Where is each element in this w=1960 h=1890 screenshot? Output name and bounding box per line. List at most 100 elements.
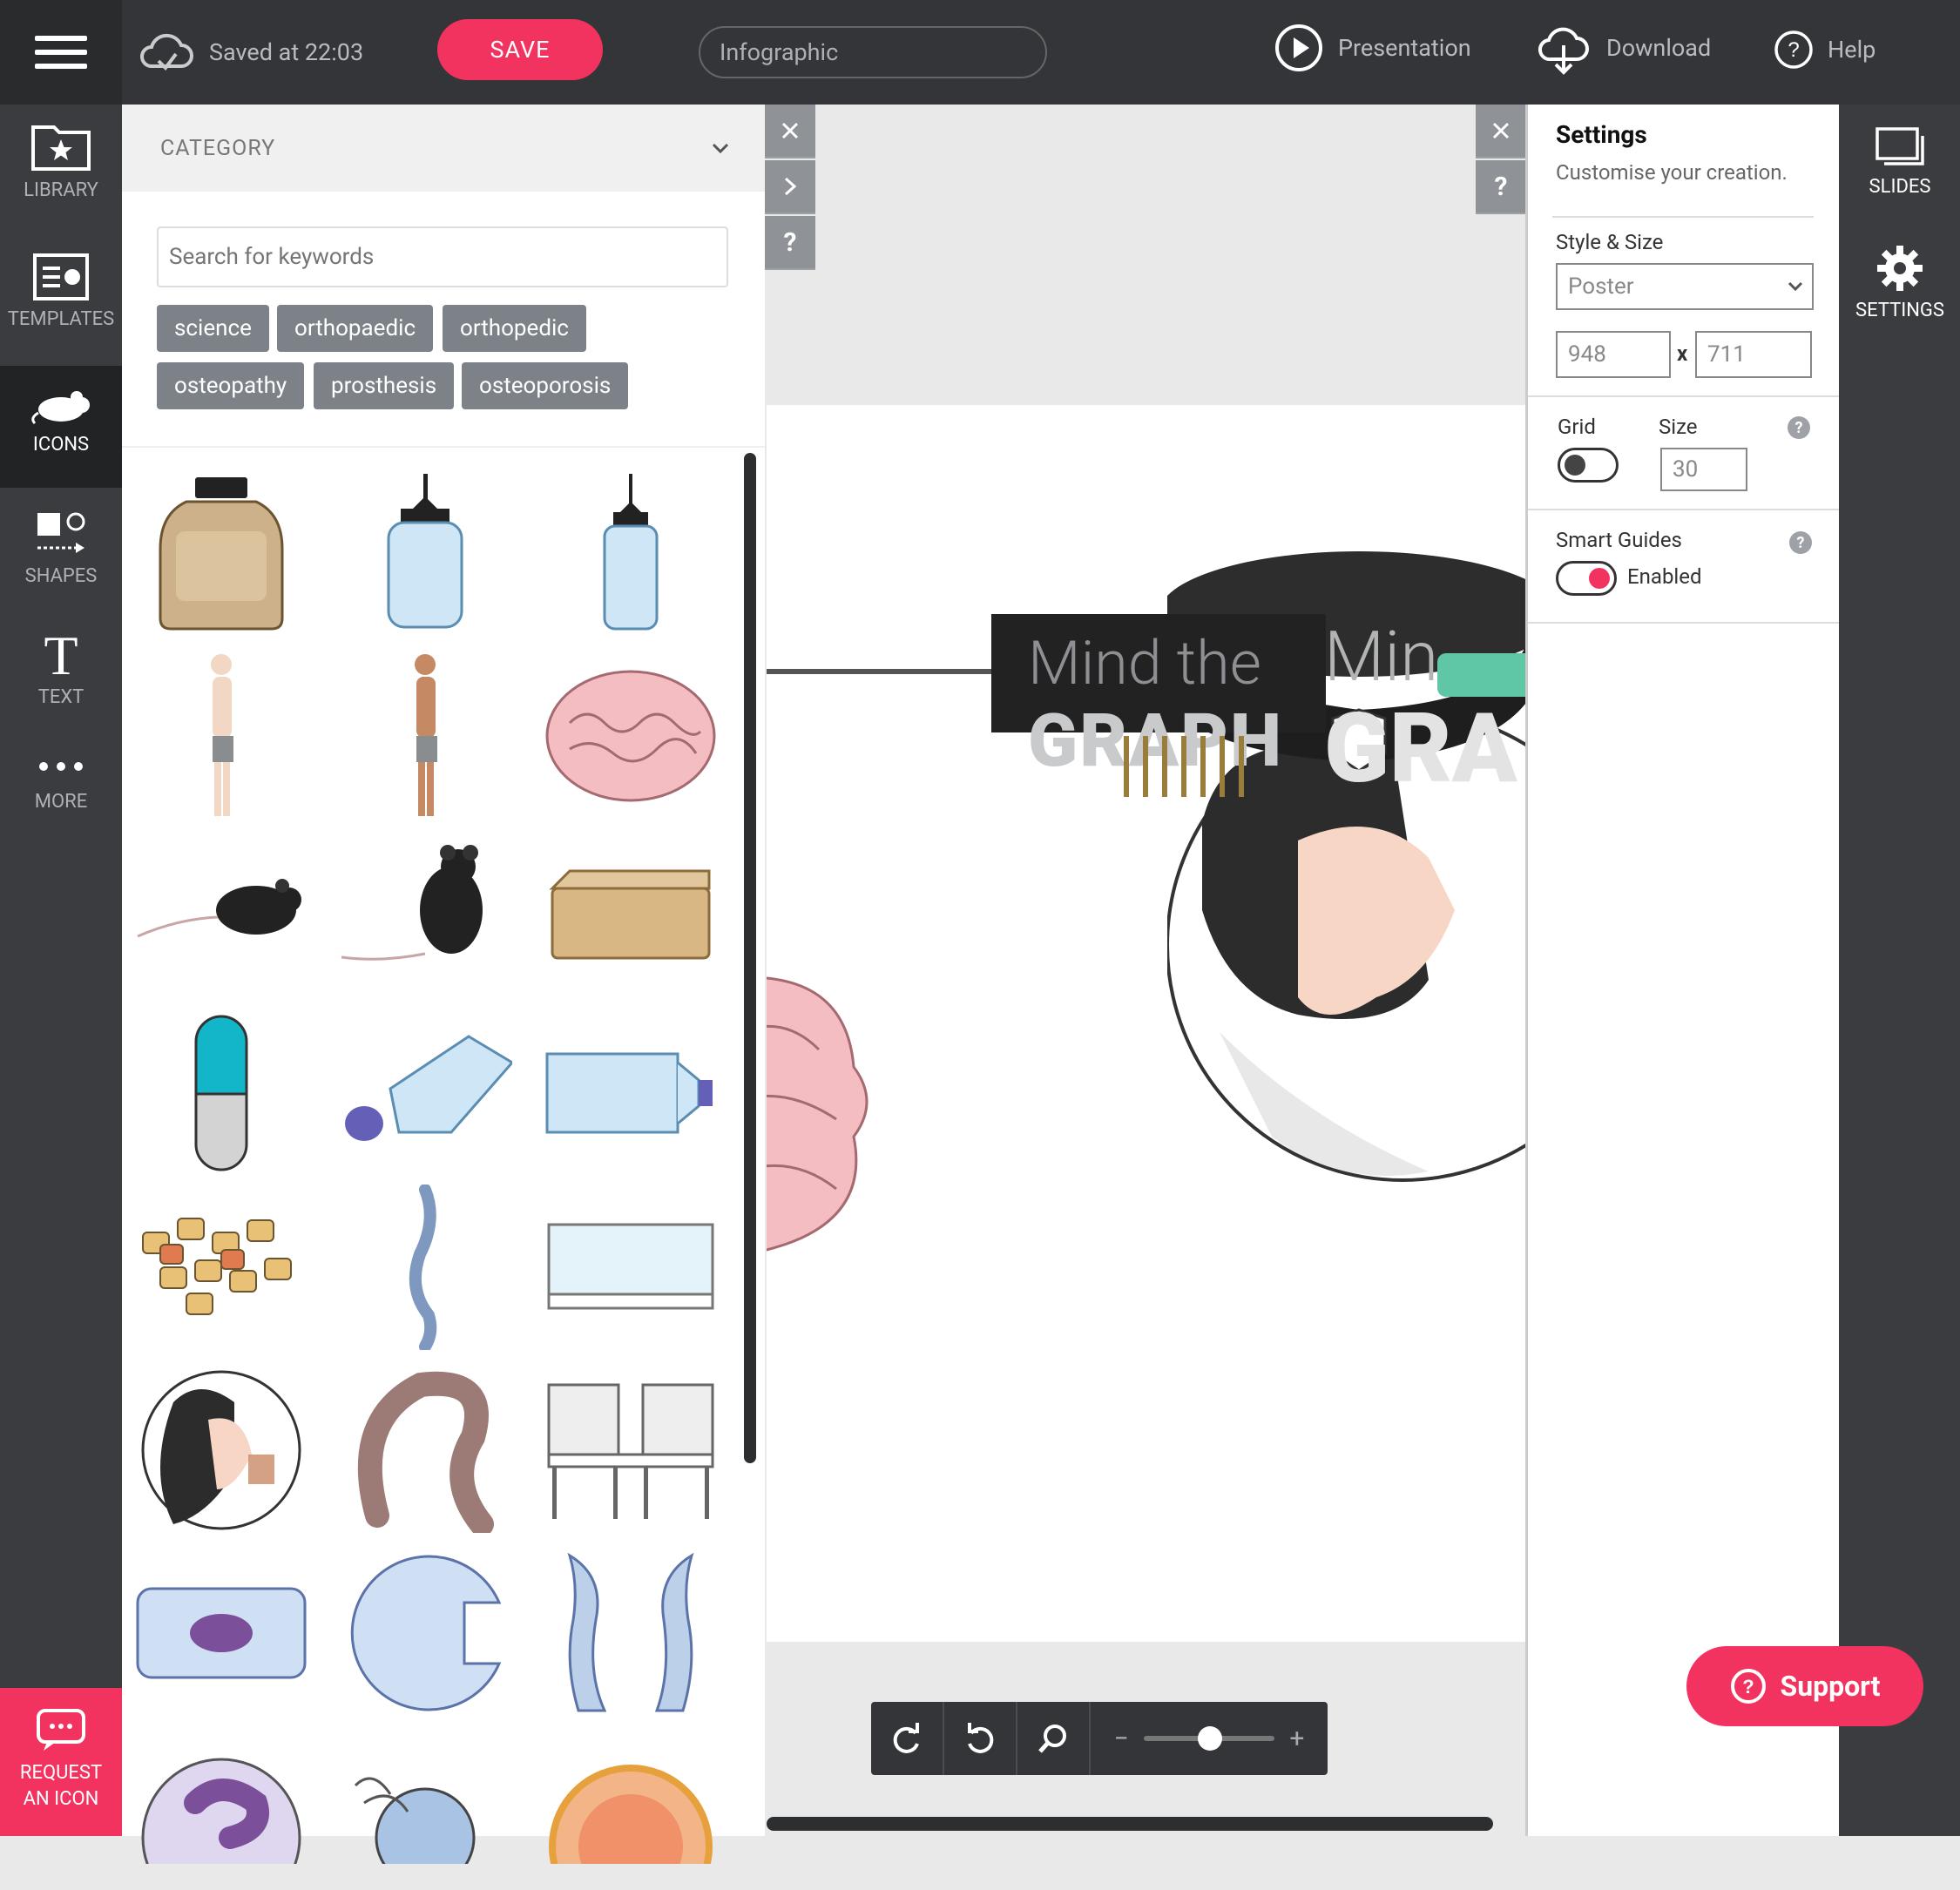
pellets-icon[interactable]	[134, 1185, 308, 1350]
rail-slides-label: SLIDES	[1869, 176, 1931, 198]
magnifier-icon	[1038, 1725, 1066, 1753]
bone-joint-icon[interactable]	[544, 1550, 718, 1716]
help-button[interactable]: ? Help	[1774, 30, 1876, 70]
search-input[interactable]	[157, 226, 728, 287]
grid-toggle-knob	[1565, 455, 1585, 476]
rail-library[interactable]: LIBRARY	[0, 122, 122, 201]
capsule-pill-icon[interactable]	[134, 1010, 308, 1176]
zoom-toolbar: − +	[871, 1702, 1328, 1775]
undo-icon	[968, 1723, 994, 1753]
rail-slides[interactable]: SLIDES	[1839, 125, 1960, 198]
rail-templates[interactable]: TEMPLATES	[0, 253, 122, 330]
rail-settings[interactable]: SETTINGS	[1839, 244, 1960, 321]
width-input[interactable]: 948	[1556, 331, 1671, 378]
smart-guides-help-icon[interactable]: ?	[1789, 531, 1812, 554]
grid-size-input[interactable]: 30	[1660, 448, 1747, 491]
canvas-area[interactable]: Mind the GRAPH Min GRA ? ? − +	[765, 105, 1525, 1836]
zoom-slider-handle[interactable]	[1198, 1726, 1223, 1751]
tag-science[interactable]: science	[157, 305, 269, 352]
style-select[interactable]: Poster	[1556, 263, 1814, 310]
zoom-fit-button[interactable]	[1017, 1702, 1091, 1775]
worm-icon[interactable]	[338, 1185, 512, 1350]
brain-element[interactable]	[767, 962, 889, 1259]
smart-guides-toggle-knob	[1589, 568, 1610, 589]
help-label: Help	[1828, 36, 1876, 64]
settings-divider	[1528, 509, 1839, 510]
zoom-slider-group: − +	[1091, 1724, 1328, 1754]
help-icon: ?	[1774, 30, 1813, 69]
height-input[interactable]: 711	[1695, 331, 1812, 378]
panel-collapse-button[interactable]	[765, 160, 815, 214]
templates-icon	[33, 253, 89, 300]
rail-shapes[interactable]: SHAPES	[0, 510, 122, 587]
amber-jar-icon[interactable]	[134, 470, 308, 636]
earthworm-icon[interactable]	[338, 1367, 512, 1533]
human-pale-icon[interactable]	[134, 653, 308, 819]
gear-icon	[1877, 246, 1923, 291]
panel-close-button[interactable]	[765, 105, 815, 159]
slides-icon	[1876, 127, 1924, 165]
glass-tank-icon[interactable]	[544, 1185, 718, 1350]
human-tan-icon[interactable]	[338, 653, 512, 819]
rail-more[interactable]: MORE	[0, 749, 122, 813]
smart-guides-label: Smart Guides	[1556, 528, 1682, 552]
tag-osteopathy[interactable]: osteopathy	[157, 362, 305, 409]
support-button[interactable]: ? Support	[1686, 1646, 1923, 1726]
watermark-partial-1: Min	[1324, 616, 1439, 698]
white-blood-cell-icon[interactable]	[134, 1725, 308, 1890]
person-drinking-icon[interactable]	[134, 1367, 308, 1533]
pacman-cell-icon[interactable]	[338, 1550, 512, 1716]
smart-guides-toggle[interactable]	[1556, 561, 1617, 596]
settings-divider	[1528, 622, 1839, 624]
rail-text-label: TEXT	[37, 686, 84, 708]
category-dropdown[interactable]: CATEGORY	[122, 105, 765, 192]
save-button[interactable]: SAVE	[437, 19, 603, 80]
culture-flask-tilted-icon[interactable]	[338, 1010, 512, 1176]
settings-help-button[interactable]: ?	[1476, 160, 1525, 214]
eye-anatomy-icon[interactable]	[544, 1725, 718, 1890]
dropper-bottle-icon[interactable]	[338, 470, 512, 636]
zoom-slider[interactable]	[1144, 1726, 1275, 1751]
lab-bench-icon[interactable]	[544, 1367, 718, 1533]
question-mark-icon: ?	[783, 226, 797, 258]
canvas-hscrollbar[interactable]	[767, 1817, 1493, 1831]
animal-cage-icon[interactable]	[544, 827, 718, 993]
menu-button[interactable]	[0, 0, 122, 105]
settings-divider	[1552, 216, 1814, 218]
zoom-out-icon[interactable]: −	[1114, 1724, 1129, 1754]
redo-icon	[893, 1723, 919, 1753]
rail-text[interactable]: T TEXT	[0, 627, 122, 708]
rail-icons[interactable]: ICONS	[0, 366, 122, 488]
cell-nucleus-icon[interactable]	[134, 1550, 308, 1716]
chevron-right-icon	[784, 177, 797, 196]
right-rail: SLIDES SETTINGS	[1839, 105, 1960, 1836]
standing-mouse-icon[interactable]	[338, 827, 512, 993]
zoom-in-icon[interactable]: +	[1289, 1724, 1304, 1754]
redo-button[interactable]	[871, 1702, 944, 1775]
golgi-cell-icon[interactable]	[338, 1725, 512, 1890]
settings-close-button[interactable]	[1476, 105, 1525, 159]
support-label: Support	[1780, 1670, 1881, 1703]
black-mouse-icon[interactable]	[134, 827, 308, 993]
download-button[interactable]: Download	[1535, 21, 1711, 75]
presentation-button[interactable]: Presentation	[1274, 23, 1471, 73]
panel-scrollbar[interactable]	[744, 453, 756, 1463]
watermark-text-1: Mind the	[1028, 628, 1261, 699]
undo-button[interactable]	[944, 1702, 1017, 1775]
artboard[interactable]: Mind the GRAPH Min GRA	[767, 405, 1525, 1642]
grid-toggle[interactable]	[1558, 448, 1619, 483]
shapes-icon	[37, 512, 85, 553]
small-dropper-bottle-icon[interactable]	[544, 470, 718, 636]
title-input[interactable]	[699, 26, 1047, 78]
tag-osteoporosis[interactable]: osteoporosis	[462, 362, 629, 409]
tag-orthopedic[interactable]: orthopedic	[443, 305, 586, 352]
tag-prosthesis[interactable]: prosthesis	[314, 362, 455, 409]
left-rail: LIBRARY TEMPLATES ICONS SHAPES T TEXT MO…	[0, 105, 122, 1836]
panel-help-button[interactable]: ?	[765, 216, 815, 270]
hamburger-icon	[35, 27, 87, 78]
brain-icon[interactable]	[544, 653, 718, 819]
request-icon-button[interactable]: REQUEST AN ICON	[0, 1688, 122, 1836]
culture-flask-icon[interactable]	[544, 1010, 718, 1176]
tag-orthopaedic[interactable]: orthopaedic	[277, 305, 434, 352]
grid-help-icon[interactable]: ?	[1788, 416, 1810, 439]
